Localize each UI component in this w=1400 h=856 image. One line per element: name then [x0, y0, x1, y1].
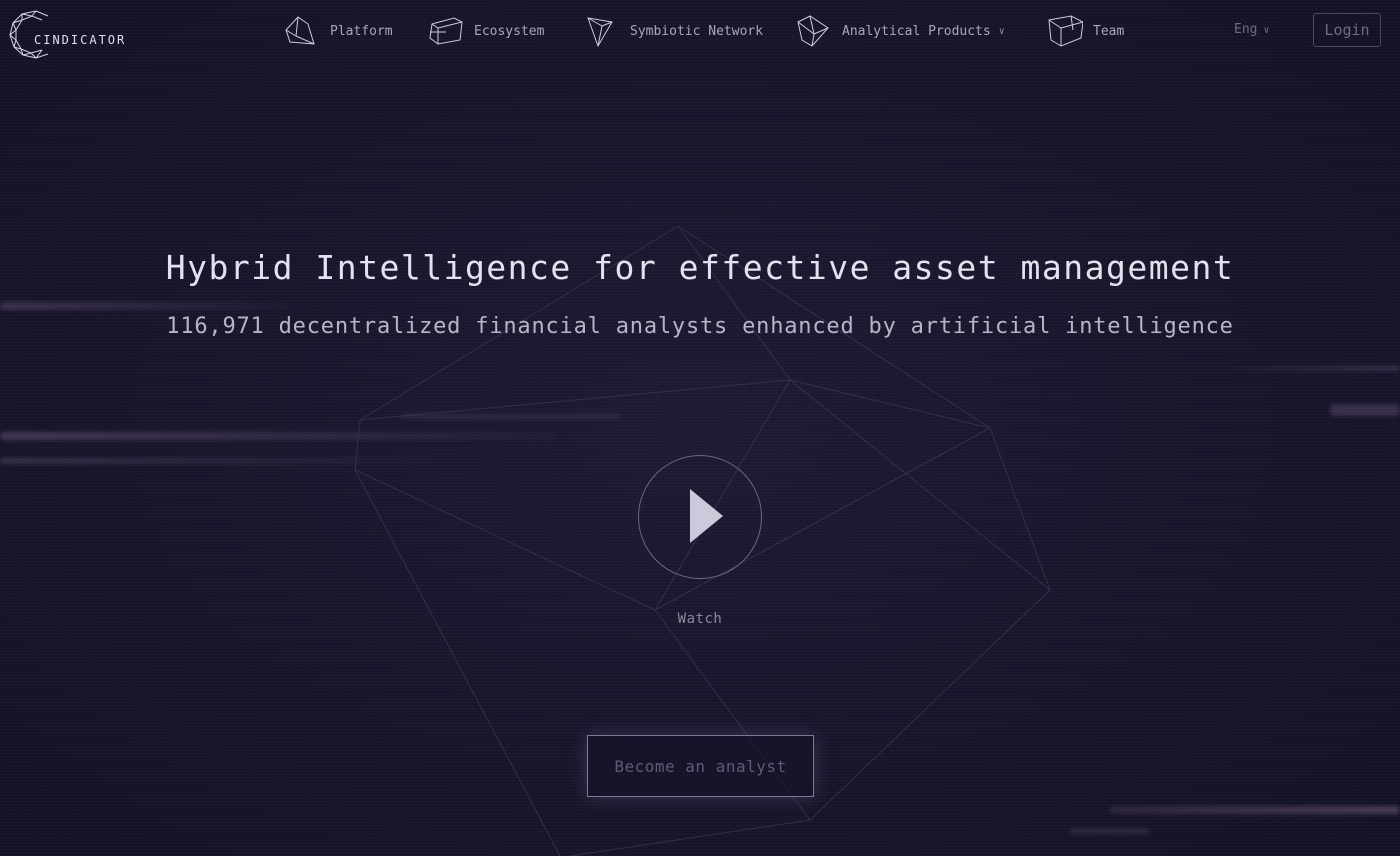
nav-item-platform[interactable]: Platform: [284, 14, 393, 48]
background-wireframe-polyhedron: [354, 225, 1051, 856]
pentagon-wire-icon: [285, 16, 315, 45]
nav-item-team[interactable]: Team: [1047, 14, 1124, 48]
nav-item-label: Platform: [330, 23, 393, 39]
become-analyst-button[interactable]: Become an analyst: [587, 735, 814, 797]
top-navigation-bar: CINDICATOR Platform Ecosystem Symbiotic …: [0, 0, 1400, 62]
brand-name: CINDICATOR: [34, 33, 127, 47]
chevron-down-icon: ∨: [1263, 25, 1270, 36]
login-button[interactable]: Login: [1313, 13, 1381, 47]
triangle-wire-icon: [587, 17, 613, 48]
hero-title: Hybrid Intelligence for effective asset …: [165, 248, 1235, 287]
cindicator-logo[interactable]: CINDICATOR: [8, 8, 138, 59]
glitch-streak: [400, 414, 620, 419]
nav-item-label: Analytical Products: [842, 23, 991, 39]
chevron-down-icon: ∨: [998, 25, 1005, 37]
watch-label: Watch: [677, 611, 723, 627]
nav-item-label: Symbiotic Network: [630, 23, 764, 39]
landing-page: CINDICATOR Platform Ecosystem Symbiotic …: [0, 0, 1400, 856]
glitch-streak: [0, 432, 560, 440]
prism-wire-icon: [429, 17, 463, 45]
nav-item-label: Team: [1093, 23, 1125, 39]
nav-item-label: Ecosystem: [474, 23, 545, 39]
nav-item-symbiotic-network[interactable]: Symbiotic Network: [584, 14, 763, 48]
nav-item-ecosystem[interactable]: Ecosystem: [428, 14, 544, 48]
language-label: Eng: [1234, 22, 1258, 37]
glitch-streak: [1110, 806, 1400, 814]
glitch-streak: [1330, 404, 1400, 416]
glitch-streak: [1070, 828, 1150, 834]
nav-item-analytical-products[interactable]: Analytical Products ∨: [796, 14, 1005, 48]
play-icon: [690, 489, 723, 543]
play-video-button[interactable]: [638, 455, 762, 579]
glitch-streak: [1200, 366, 1400, 371]
crystal-wire-icon: [797, 15, 829, 47]
cube-wire-icon: [1048, 15, 1083, 47]
glitch-streak: [0, 302, 320, 310]
hero-subtitle: 116,971 decentralized financial analysts…: [166, 314, 1234, 339]
glitch-streak: [0, 458, 480, 464]
language-selector[interactable]: Eng ∨: [1234, 22, 1270, 37]
